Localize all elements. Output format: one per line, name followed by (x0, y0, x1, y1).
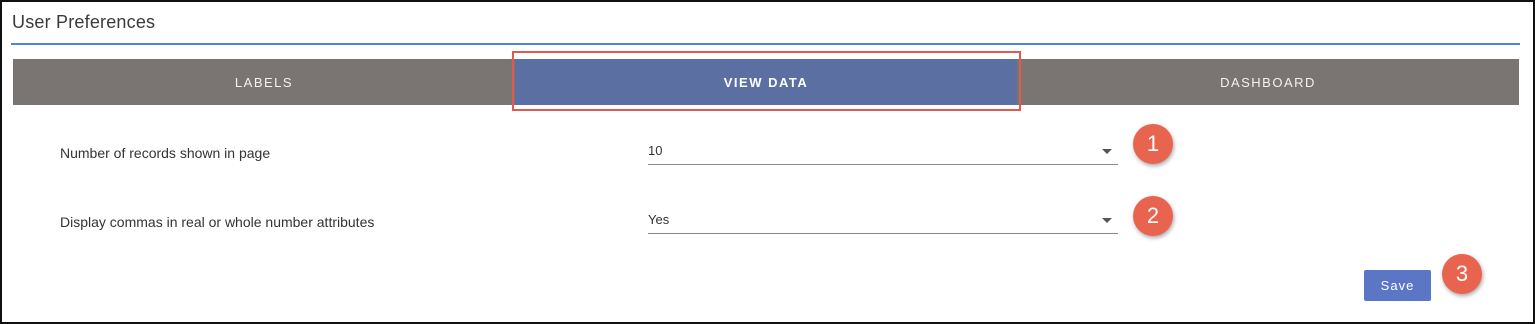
records-per-page-select[interactable]: 10 (648, 140, 1118, 165)
callout-badge-2: 2 (1133, 196, 1173, 236)
preferences-panel: User Preferences LABELS VIEW DATA DASHBO… (0, 0, 1535, 324)
header-divider (11, 43, 1520, 45)
chevron-down-icon (1102, 149, 1112, 154)
page-title: User Preferences (12, 12, 156, 32)
tab-bar: LABELS VIEW DATA DASHBOARD (13, 59, 1519, 105)
records-per-page-label: Number of records shown in page (60, 145, 271, 161)
tab-dashboard[interactable]: DASHBOARD (1017, 59, 1519, 105)
records-per-page-value: 10 (648, 143, 663, 158)
display-commas-value: Yes (648, 212, 670, 227)
callout-badge-1: 1 (1133, 124, 1173, 164)
tab-view-data[interactable]: VIEW DATA (515, 59, 1017, 105)
display-commas-label: Display commas in real or whole number a… (60, 214, 375, 230)
display-commas-select[interactable]: Yes (648, 209, 1118, 234)
callout-badge-3: 3 (1442, 254, 1482, 294)
save-button[interactable]: Save (1364, 270, 1431, 301)
tab-labels[interactable]: LABELS (13, 59, 515, 105)
chevron-down-icon (1102, 218, 1112, 223)
